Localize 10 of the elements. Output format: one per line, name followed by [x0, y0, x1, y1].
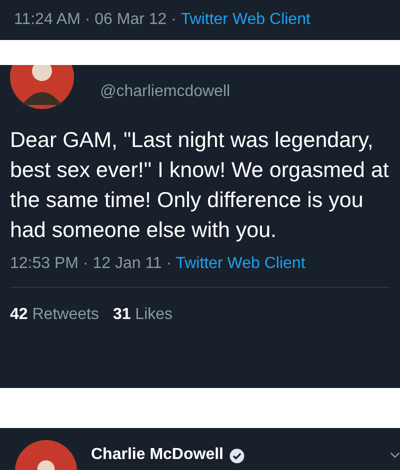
- chevron-down-icon[interactable]: [390, 452, 400, 459]
- tweet-timestamp: 11:24 AM · 06 Mar 12 ·: [14, 11, 178, 29]
- tweet-timestamp: 12:53 PM · 12 Jan 11 ·: [10, 255, 173, 272]
- client-link[interactable]: Twitter Web Client: [176, 255, 306, 272]
- client-link[interactable]: Twitter Web Client: [180, 11, 310, 29]
- tweet-text: Dear GAM, "Last night was legendary, best sex ever!" I know! We orgasmed at the same time! Only difference is you had someone else with you.: [10, 127, 390, 244]
- stat-link[interactable]: 42 Retweets: [10, 306, 99, 324]
- user-handle[interactable]: @charliemcdowell: [100, 83, 230, 101]
- stat-link[interactable]: 31 Likes: [112, 306, 173, 324]
- user-name[interactable]: Charlie McDowell: [91, 446, 224, 464]
